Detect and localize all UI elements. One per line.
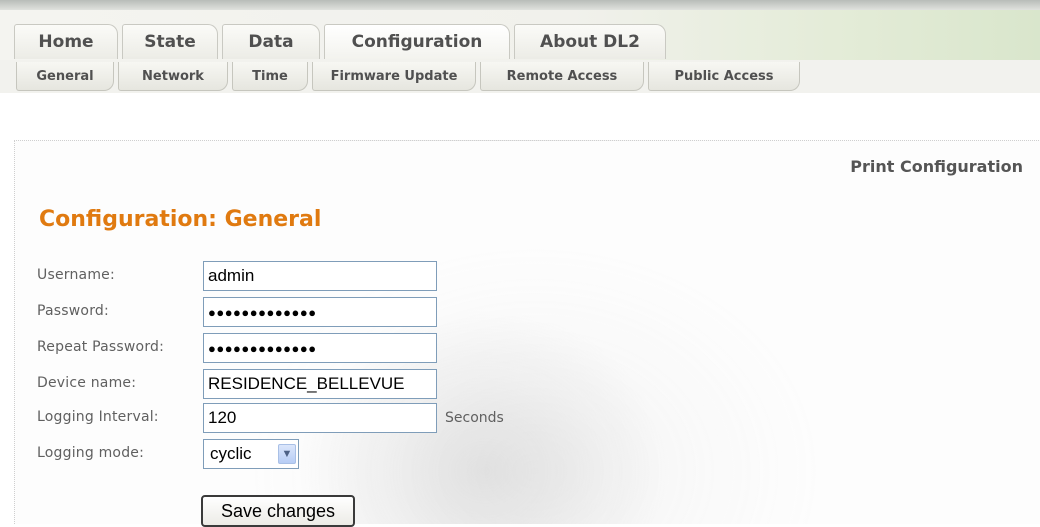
logging-interval-input[interactable]: 120	[203, 403, 437, 433]
repeat-password-label: Repeat Password:	[37, 339, 165, 355]
subtab-network[interactable]: Network	[118, 62, 228, 91]
repeat-password-input[interactable]: ●●●●●●●●●●●●●	[203, 333, 437, 363]
sub-nav: General Network Time Firmware Update Rem…	[16, 62, 804, 91]
top-border	[0, 0, 1040, 10]
chevron-down-icon[interactable]: ▼	[278, 444, 296, 464]
subtab-firmware-update[interactable]: Firmware Update	[312, 62, 476, 91]
tab-about[interactable]: About DL2	[514, 24, 666, 59]
page-title: Configuration: General	[39, 207, 322, 232]
tab-home[interactable]: Home	[14, 24, 118, 59]
subtab-general[interactable]: General	[16, 62, 114, 91]
tab-configuration[interactable]: Configuration	[324, 24, 510, 59]
print-configuration-link[interactable]: Print Configuration	[850, 157, 1023, 176]
password-label: Password:	[37, 303, 109, 319]
logging-interval-label: Logging Interval:	[37, 409, 159, 425]
device-name-label: Device name:	[37, 375, 137, 391]
logging-mode-label: Logging mode:	[37, 445, 145, 461]
device-name-input[interactable]: RESIDENCE_BELLEVUE	[203, 369, 437, 399]
main-nav: Home State Data Configuration About DL2	[14, 24, 670, 59]
logging-mode-select[interactable]: cyclic ▼	[203, 439, 299, 469]
subtab-public-access[interactable]: Public Access	[648, 62, 800, 91]
subtab-remote-access[interactable]: Remote Access	[480, 62, 644, 91]
username-label: Username:	[37, 267, 115, 283]
save-button[interactable]: Save changes	[201, 495, 355, 527]
tab-state[interactable]: State	[122, 24, 218, 59]
logging-mode-value: cyclic	[210, 444, 252, 463]
tab-data[interactable]: Data	[222, 24, 320, 59]
username-input[interactable]: admin	[203, 261, 437, 291]
logging-interval-unit: Seconds	[445, 410, 504, 426]
subtab-time[interactable]: Time	[232, 62, 308, 91]
content-panel: Print Configuration Configuration: Gener…	[14, 140, 1040, 527]
password-input[interactable]: ●●●●●●●●●●●●●	[203, 297, 437, 327]
